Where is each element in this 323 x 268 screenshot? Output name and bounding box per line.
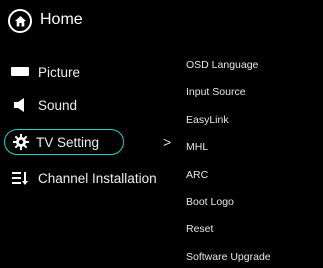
submenu-item-arc[interactable]: ARC (186, 169, 208, 181)
submenu-item-input-source[interactable]: Input Source (186, 86, 246, 98)
menu-item-sound[interactable]: Sound (10, 92, 77, 118)
menu-item-channel-installation[interactable]: Channel Installation (10, 165, 157, 191)
channel-list-icon (10, 168, 30, 188)
submenu-item-osd-language[interactable]: OSD Language (186, 59, 258, 71)
speaker-icon (10, 95, 30, 115)
menu-item-label: Picture (38, 64, 81, 80)
page-title: Home (40, 11, 83, 28)
submenu-item-software-upgrade[interactable]: Software Upgrade (186, 251, 271, 263)
submenu-item-boot-logo[interactable]: Boot Logo (186, 196, 234, 208)
menu-item-label: Sound (38, 97, 78, 113)
submenu-item-mhl[interactable]: MHL (186, 141, 208, 153)
submenu-item-reset[interactable]: Reset (186, 223, 213, 235)
home-icon (14, 15, 26, 26)
menu-item-tv-setting[interactable]: TV Setting (4, 129, 124, 155)
home-button[interactable] (8, 9, 32, 33)
submenu-chevron: > (163, 134, 172, 150)
menu-item-label: Channel Installation (38, 170, 157, 186)
menu-item-picture[interactable]: Picture (10, 59, 80, 85)
menu-item-label: TV Setting (36, 134, 100, 150)
submenu-item-easylink[interactable]: EasyLink (186, 114, 229, 126)
gear-icon (11, 132, 31, 152)
picture-icon (10, 62, 30, 82)
header: Home (0, 0, 323, 42)
